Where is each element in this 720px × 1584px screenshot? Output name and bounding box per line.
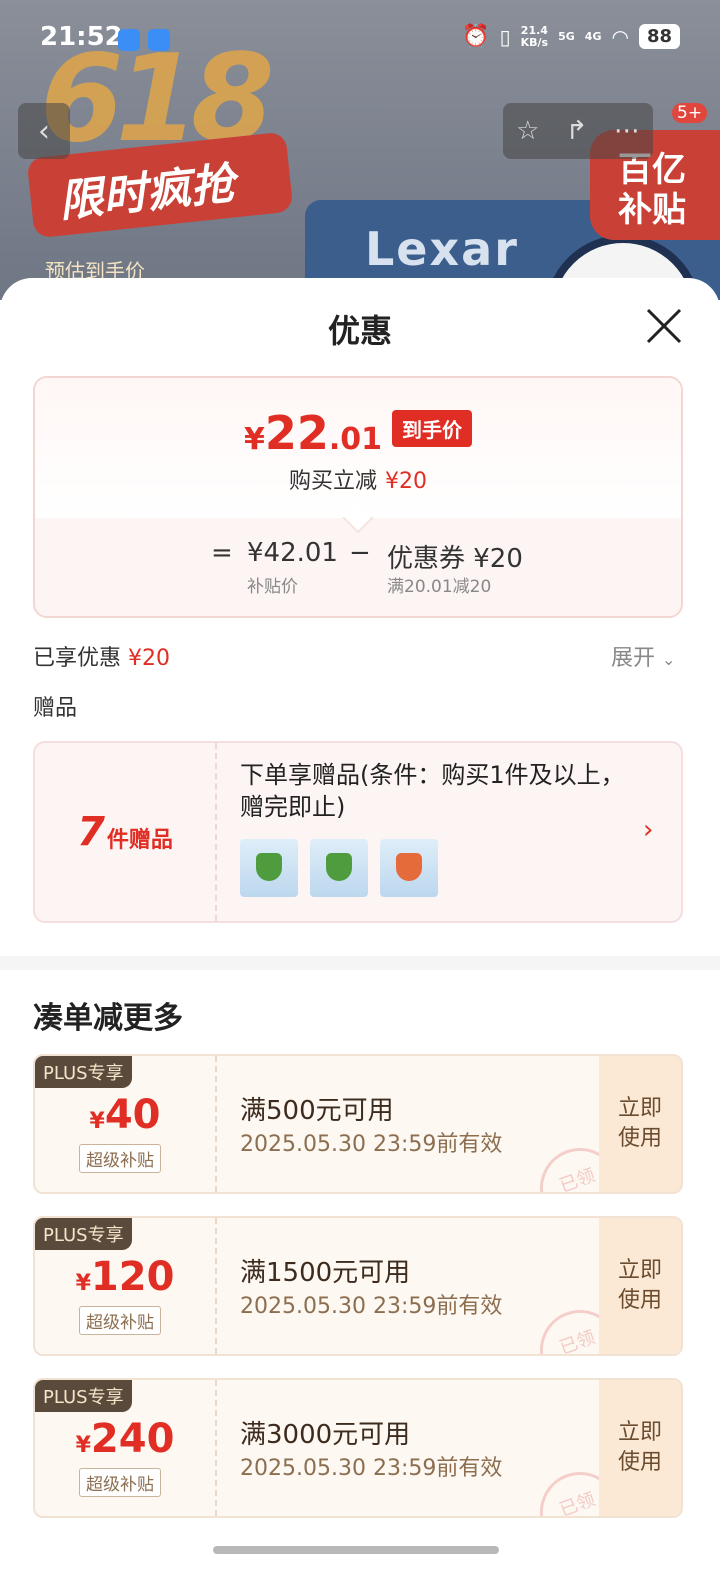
price-summary: ¥ 22 .01 到手价 购买立减 ¥20 xyxy=(35,378,681,518)
enjoyed-discount-label: 已享优惠 xyxy=(33,646,122,671)
battery-icon: 88 xyxy=(638,24,680,49)
close-icon[interactable] xyxy=(642,304,686,348)
coupon-currency: ¥ xyxy=(75,1271,91,1296)
promo-title: 限时疯抢 xyxy=(56,158,237,228)
net-speed-unit: KB/s xyxy=(520,35,549,49)
price-card: ¥ 22 .01 到手价 购买立减 ¥20 = ¥42.01 补贴价 − 优惠券 … xyxy=(33,376,683,618)
gift-description: 下单享赠品(条件：购买1件及以上，赠完即止) xyxy=(240,761,625,821)
subsidy-badge-label: 百亿补贴 xyxy=(618,150,686,230)
plus-tag: PLUS专享 xyxy=(35,1218,132,1250)
back-button[interactable]: ‹ xyxy=(18,103,70,159)
share-icon[interactable]: ↱ xyxy=(566,116,588,146)
cloud-notification-icon xyxy=(148,29,170,51)
final-price-integer: 22 xyxy=(264,406,329,460)
coupon-type: 超级补贴 xyxy=(79,1144,161,1173)
final-price-tag: 到手价 xyxy=(392,410,473,447)
chevron-left-icon: ‹ xyxy=(38,113,50,149)
coupon-currency: ¥ xyxy=(75,1433,91,1458)
gifts-heading: 赠品 xyxy=(33,696,78,721)
expand-label: 展开 xyxy=(611,646,656,671)
status-bar: 21:52 ⏰ ▯ 21.4 KB/s 5G 4G ◠ 88 xyxy=(0,0,720,80)
coupon-condition: 满3000元可用 xyxy=(240,1420,411,1450)
coupon-amount: ¥120 xyxy=(35,1254,215,1300)
home-indicator[interactable] xyxy=(213,1546,499,1554)
instant-discount-label: 购买立减 xyxy=(288,469,377,494)
alarm-icon: ⏰ xyxy=(462,24,490,49)
gift-count-label: 件赠品 xyxy=(106,828,173,853)
gift-thumbnails xyxy=(240,839,438,897)
coupon-value-panel: PLUS专享 ¥240 超级补贴 xyxy=(35,1380,217,1516)
coupon-expiry: 2025.05.30 23:59前有效 xyxy=(240,1132,503,1157)
vibrate-icon: ▯ xyxy=(499,24,511,49)
coupon-amount: ¥40 xyxy=(35,1092,215,1138)
final-price-currency: ¥ xyxy=(243,422,265,457)
use-now-button[interactable]: 立即使用 xyxy=(599,1056,681,1192)
signal-5g-icon: 5G xyxy=(558,29,575,43)
subsidy-price: ¥42.01 xyxy=(247,538,338,568)
coupon-value-panel: PLUS专享 ¥120 超级补贴 xyxy=(35,1218,217,1354)
coupon-card: PLUS专享 ¥120 超级补贴 满1500元可用 2025.05.30 23:… xyxy=(33,1216,683,1356)
clock: 21:52 xyxy=(40,22,123,52)
favorite-star-icon[interactable]: ☆ xyxy=(516,116,539,146)
use-now-label: 立即使用 xyxy=(618,1258,663,1313)
price-formula: = ¥42.01 补贴价 − 优惠券 ¥20 满20.01减20 xyxy=(35,502,681,616)
instant-discount: 购买立减 ¥20 xyxy=(35,463,681,495)
coupon-amount: ¥240 xyxy=(35,1416,215,1462)
gift-thumbnail xyxy=(380,839,438,897)
use-now-button[interactable]: 立即使用 xyxy=(599,1218,681,1354)
enjoyed-discount-amount: ¥20 xyxy=(128,646,171,671)
coupon-currency: ¥ xyxy=(89,1109,105,1134)
plus-tag: PLUS专享 xyxy=(35,1056,132,1088)
use-now-label: 立即使用 xyxy=(618,1420,663,1475)
coupon-type: 超级补贴 xyxy=(79,1306,161,1335)
formula-minus: − xyxy=(349,538,371,568)
gift-thumbnail xyxy=(310,839,368,897)
coupon-rule: 满20.01减20 xyxy=(387,577,492,597)
coupon-amount-number: 240 xyxy=(90,1416,175,1462)
coupon-amount-number: 40 xyxy=(104,1092,161,1138)
plus-tag: PLUS专享 xyxy=(35,1380,132,1412)
coupon-type: 超级补贴 xyxy=(79,1468,161,1497)
coupon-card: PLUS专享 ¥40 超级补贴 满500元可用 2025.05.30 23:59… xyxy=(33,1054,683,1194)
coupon-amount-number: 120 xyxy=(90,1254,175,1300)
coupon-condition: 满1500元可用 xyxy=(240,1258,411,1288)
message-count-badge: 5+ xyxy=(672,103,708,123)
chevron-down-icon: ⌄ xyxy=(662,650,676,669)
final-price-decimal: .01 xyxy=(328,422,383,457)
section-divider xyxy=(0,956,720,970)
wifi-icon: ◠ xyxy=(611,24,629,49)
coupon-value-panel: PLUS专享 ¥40 超级补贴 xyxy=(35,1056,217,1192)
coupon-expiry: 2025.05.30 23:59前有效 xyxy=(240,1294,503,1319)
top-action-group: ☆ ↱ ⋯ xyxy=(503,103,653,159)
discount-sheet: 优惠 ¥ 22 .01 到手价 购买立减 ¥20 = ¥42.01 补贴价 − 优… xyxy=(0,278,720,1584)
coupon-condition: 满500元可用 xyxy=(240,1096,394,1126)
final-price: ¥ 22 .01 到手价 xyxy=(35,406,681,460)
gift-count-number: 7 xyxy=(77,809,105,855)
signal-4g-icon: 4G xyxy=(584,29,602,43)
coupon-value: 优惠券 ¥20 xyxy=(387,544,523,574)
subsidy-price-label: 补贴价 xyxy=(247,577,298,597)
coupon-expiry: 2025.05.30 23:59前有效 xyxy=(240,1456,503,1481)
expand-toggle[interactable]: 展开 ⌄ xyxy=(611,640,675,672)
section-title: 凑单减更多 xyxy=(33,1001,183,1036)
formula-equals: = xyxy=(211,538,233,568)
gift-card[interactable]: 7 件赠品 下单享赠品(条件：购买1件及以上，赠完即止) › xyxy=(33,741,683,923)
use-now-button[interactable]: 立即使用 xyxy=(599,1380,681,1516)
chevron-right-icon: › xyxy=(643,815,654,845)
gift-count: 7 件赠品 xyxy=(35,743,217,921)
net-speed-value: 21.4 xyxy=(520,23,548,37)
gift-thumbnail xyxy=(240,839,298,897)
more-icon[interactable]: ⋯ xyxy=(614,116,640,146)
enjoyed-discount: 已享优惠 ¥20 xyxy=(33,640,170,672)
sheet-title: 优惠 xyxy=(327,312,392,350)
status-icons: ⏰ ▯ 21.4 KB/s 5G 4G ◠ 88 xyxy=(462,24,680,49)
use-now-label: 立即使用 xyxy=(618,1096,663,1151)
coupon-card: PLUS专享 ¥240 超级补贴 满3000元可用 2025.05.30 23:… xyxy=(33,1378,683,1518)
instant-discount-amount: ¥20 xyxy=(385,469,427,494)
net-speed: 21.4 KB/s xyxy=(520,23,549,49)
brand-logo: Lexar xyxy=(365,222,519,276)
app-notification-icon xyxy=(118,29,140,51)
